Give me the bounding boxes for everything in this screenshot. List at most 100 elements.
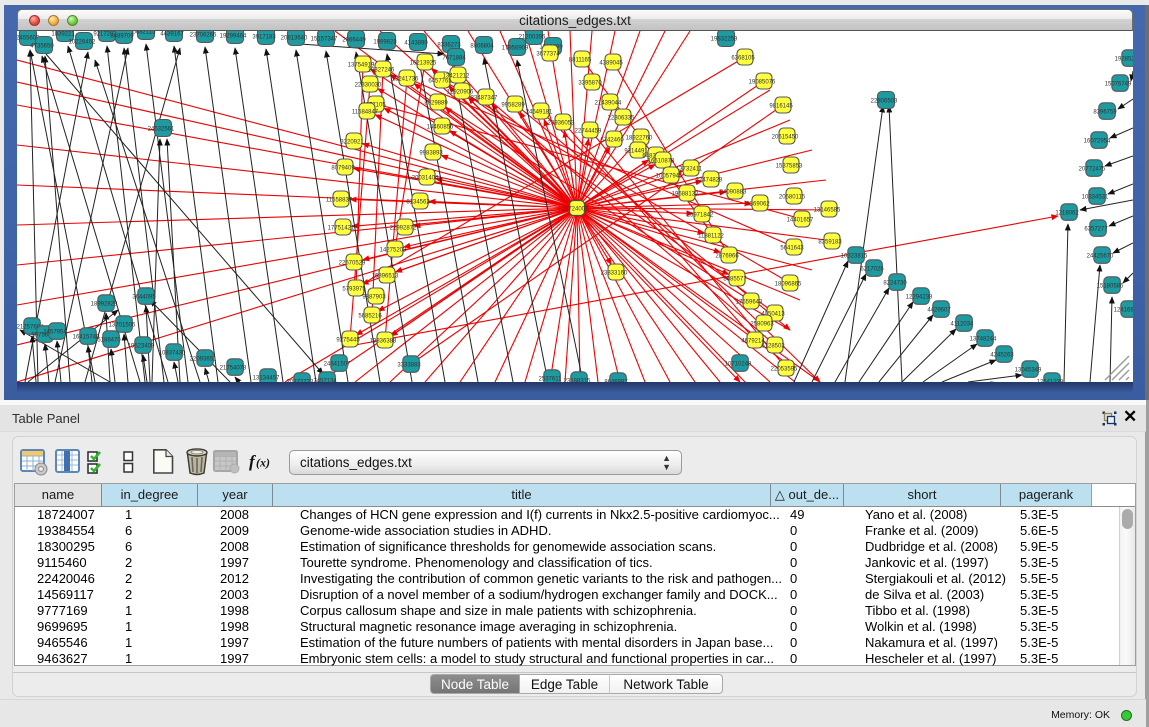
- svg-text:1218062: 1218062: [1055, 210, 1079, 216]
- svg-text:24090883: 24090883: [720, 189, 747, 195]
- svg-text:2066449: 2066449: [342, 37, 366, 43]
- svg-text:1999828: 1999828: [373, 39, 397, 45]
- svg-text:15375853: 15375853: [776, 163, 803, 169]
- svg-text:22306335: 22306335: [608, 115, 635, 121]
- svg-text:19836388: 19836388: [370, 338, 397, 344]
- svg-text:11881122: 11881122: [698, 233, 724, 239]
- svg-text:2580963: 2580963: [750, 321, 774, 327]
- svg-text:19832259: 19832259: [711, 36, 738, 42]
- svg-text:16415740: 16415740: [73, 334, 100, 340]
- svg-text:13748244: 13748244: [970, 336, 997, 342]
- svg-text:20031404: 20031404: [412, 175, 439, 181]
- svg-text:18992829: 18992829: [91, 301, 118, 307]
- svg-text:20772475: 20772475: [1079, 166, 1106, 172]
- svg-text:24641507: 24641507: [324, 361, 351, 367]
- svg-text:4735650: 4735650: [30, 43, 54, 49]
- svg-text:19523409: 19523409: [128, 343, 155, 349]
- svg-text:16510878: 16510878: [648, 158, 675, 164]
- svg-text:22570529: 22570529: [339, 260, 366, 266]
- svg-text:22093651: 22093651: [190, 356, 217, 362]
- svg-text:5188470: 5188470: [97, 337, 121, 343]
- svg-text:8396759: 8396759: [1093, 109, 1117, 115]
- svg-text:13134457: 13134457: [253, 375, 280, 381]
- svg-text:21200396: 21200396: [519, 34, 546, 40]
- svg-text:4439167: 4439167: [160, 31, 184, 37]
- svg-text:8134562: 8134562: [406, 199, 430, 205]
- svg-text:19285201: 19285201: [1115, 56, 1133, 62]
- svg-text:8336273: 8336273: [437, 42, 461, 48]
- svg-text:18922760: 18922760: [626, 135, 653, 141]
- svg-text:22806503: 22806503: [871, 98, 898, 104]
- svg-text:23936053: 23936053: [548, 120, 575, 126]
- svg-text:22330030: 22330030: [355, 82, 382, 88]
- svg-text:13732411: 13732411: [676, 166, 703, 172]
- svg-text:1839221: 1839221: [51, 31, 75, 37]
- svg-text:9887903: 9887903: [362, 294, 386, 300]
- svg-text:15180586: 15180586: [1097, 283, 1124, 289]
- svg-text:20580115: 20580115: [779, 194, 806, 200]
- svg-text:3677374: 3677374: [536, 51, 560, 57]
- svg-text:16213925: 16213925: [410, 60, 437, 66]
- svg-text:10837430: 10837430: [159, 350, 186, 356]
- svg-text:4389045: 4389045: [599, 60, 623, 66]
- svg-text:22992872: 22992872: [390, 225, 417, 231]
- svg-text:6742460: 6742460: [600, 137, 624, 143]
- svg-text:21754078: 21754078: [220, 365, 247, 371]
- svg-text:23833160: 23833160: [601, 270, 628, 276]
- svg-text:24532561: 24532561: [148, 126, 175, 132]
- svg-text:17956909: 17956909: [502, 45, 529, 51]
- svg-text:11558837: 11558837: [326, 197, 353, 203]
- svg-text:15157347: 15157347: [311, 36, 338, 42]
- svg-text:8489709: 8489709: [110, 33, 134, 39]
- svg-text:8806804: 8806804: [470, 43, 494, 49]
- svg-text:18096865: 18096865: [775, 281, 802, 287]
- svg-text:24549181: 24549181: [526, 109, 553, 115]
- svg-text:13045349: 13045349: [1015, 367, 1042, 373]
- svg-text:23706266: 23706266: [190, 32, 217, 38]
- svg-text:12416912: 12416912: [1114, 307, 1133, 313]
- svg-text:6368105: 6368105: [731, 55, 755, 61]
- svg-text:20615450: 20615450: [772, 134, 799, 140]
- svg-text:3333883: 3333883: [397, 362, 421, 368]
- svg-text:5793975: 5793975: [342, 286, 366, 292]
- svg-text:18724007: 18724007: [562, 206, 589, 212]
- svg-text:2876966: 2876966: [715, 253, 739, 259]
- svg-text:3395870: 3395870: [578, 80, 602, 86]
- svg-text:15076749: 15076749: [1105, 81, 1132, 87]
- svg-text:3917183: 3917183: [252, 34, 276, 40]
- svg-text:9816145: 9816145: [769, 103, 793, 109]
- svg-text:4112034: 4112034: [951, 321, 975, 327]
- svg-text:5685216: 5685216: [358, 313, 382, 319]
- svg-text:16396513: 16396513: [372, 273, 399, 279]
- svg-text:10327246: 10327246: [368, 67, 395, 73]
- svg-text:22744459: 22744459: [575, 128, 602, 134]
- svg-text:10057945: 10057945: [656, 173, 683, 179]
- svg-text:10334531: 10334531: [1082, 194, 1109, 200]
- svg-text:13421212: 13421212: [443, 73, 470, 79]
- svg-text:17559643: 17559643: [736, 299, 763, 305]
- svg-text:8224730: 8224730: [883, 280, 907, 286]
- svg-text:4245263: 4245263: [990, 352, 1014, 358]
- svg-text:10710248: 10710248: [725, 361, 752, 367]
- svg-text:4429607: 4429607: [927, 307, 951, 313]
- svg-text:22053595: 22053595: [771, 366, 798, 372]
- svg-text:7671884: 7671884: [442, 55, 466, 61]
- svg-text:(x): (x): [256, 456, 270, 470]
- svg-text:19085076: 19085076: [749, 79, 776, 85]
- svg-text:13241736: 13241736: [392, 76, 419, 82]
- svg-text:23971842: 23971842: [687, 212, 714, 218]
- svg-text:21439044: 21439044: [595, 100, 622, 106]
- svg-text:8029889: 8029889: [424, 100, 448, 106]
- svg-text:8811165: 8811165: [569, 57, 592, 63]
- svg-text:22474828: 22474828: [696, 177, 723, 183]
- svg-text:14401657: 14401657: [787, 217, 814, 223]
- svg-text:10228452: 10228452: [69, 39, 96, 45]
- svg-text:17751421: 17751421: [328, 225, 355, 231]
- svg-text:8079409: 8079409: [331, 165, 355, 171]
- svg-text:8359183: 8359183: [818, 239, 842, 245]
- svg-text:3644095: 3644095: [132, 294, 156, 300]
- svg-text:9983893: 9983893: [419, 150, 443, 156]
- svg-text:9958289: 9958289: [501, 102, 525, 108]
- svg-text:11584847: 11584847: [352, 109, 379, 115]
- svg-text:5682115: 5682115: [133, 31, 157, 35]
